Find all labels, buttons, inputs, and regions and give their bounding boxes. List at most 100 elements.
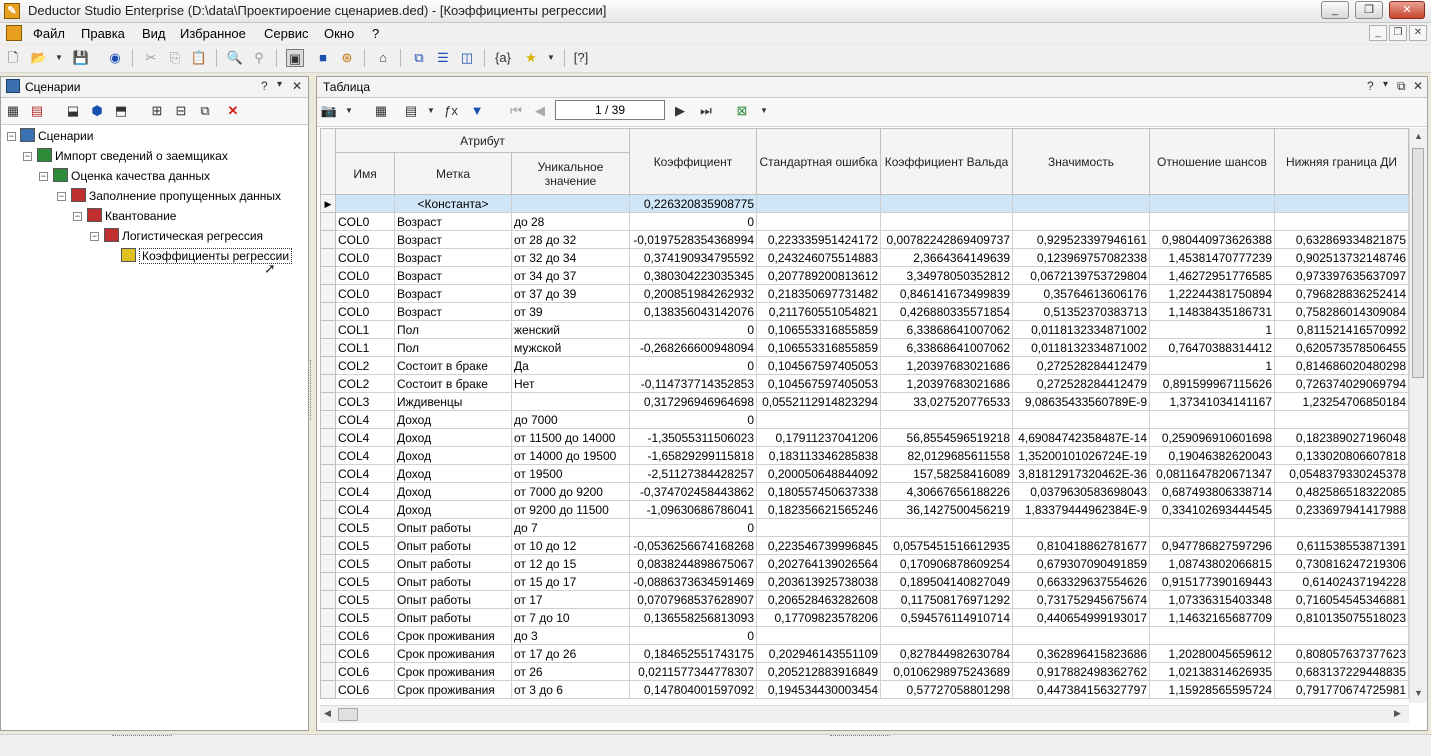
table-cell[interactable]: Срок проживания xyxy=(394,626,512,645)
menu-service[interactable]: Сервис xyxy=(264,26,309,41)
table-cell[interactable]: COL1 xyxy=(335,338,395,357)
tree-node-scenarios[interactable]: − Сценарии xyxy=(7,127,93,145)
table-row[interactable]: COL0 Возраст от 28 до 32 -0,019752835436899… xyxy=(320,230,1409,249)
table-cell[interactable]: 0 xyxy=(629,212,757,231)
row-indicator[interactable] xyxy=(320,356,336,375)
new-icon[interactable]: 🗋 xyxy=(4,49,22,67)
panel-help-button[interactable]: ? xyxy=(261,79,268,93)
table-cell[interactable]: 0,0811647820671347 xyxy=(1149,464,1275,483)
table-cell[interactable]: -0,0886373634591469 xyxy=(629,572,757,591)
table-cell[interactable]: 0,374190934795592 xyxy=(629,248,757,267)
row-indicator[interactable] xyxy=(320,536,336,555)
vertical-scroll-thumb[interactable] xyxy=(1412,148,1424,378)
table-cell[interactable]: Пол xyxy=(394,320,512,339)
find-next-icon[interactable]: ⚲ xyxy=(250,49,268,67)
filter-icon[interactable]: ▼ xyxy=(468,102,486,120)
table-properties-icon[interactable]: ▦ xyxy=(372,102,390,120)
collapse-tree-icon[interactable]: ⊟ xyxy=(172,102,190,120)
table-cell[interactable] xyxy=(1149,626,1275,645)
table-cell[interactable]: 0,202946143551109 xyxy=(756,644,881,663)
save-icon[interactable]: 💾 xyxy=(72,49,90,67)
table-row[interactable]: COL4 Доход до 7000 0 xyxy=(320,410,1409,429)
table-cell[interactable]: 1,23254706850184 xyxy=(1274,392,1409,411)
table-row[interactable]: COL2 Состоит в браке Да 0 0,104567597405053 1… xyxy=(320,356,1409,375)
variables-icon[interactable]: {a} xyxy=(494,49,512,67)
table-cell[interactable]: 0,182389027196048 xyxy=(1274,428,1409,447)
table-cell[interactable]: 0,846141673499839 xyxy=(880,284,1013,303)
col-header-wald[interactable]: Коэффициент Вальда xyxy=(880,128,1013,195)
table-cell[interactable]: 0,19046382620043 xyxy=(1149,446,1275,465)
menu-help[interactable]: ? xyxy=(372,26,379,41)
table-cell[interactable]: 0,0118132334871002 xyxy=(1012,338,1150,357)
row-indicator[interactable] xyxy=(320,500,336,519)
table-cell[interactable]: 82,0129685611558 xyxy=(880,446,1013,465)
table-cell[interactable]: COL4 xyxy=(335,482,395,501)
table-cell[interactable]: от 26 xyxy=(511,662,630,681)
left-panel-resize-handle[interactable] xyxy=(112,735,172,739)
table-cell[interactable]: 0,182356621565246 xyxy=(756,500,881,519)
table-cell[interactable]: от 7 до 10 xyxy=(511,608,630,627)
table-cell[interactable]: <Константа> xyxy=(394,194,512,213)
table-cell[interactable]: Возраст xyxy=(394,284,512,303)
row-indicator[interactable] xyxy=(320,464,336,483)
table-cell[interactable]: 1,14838435186731 xyxy=(1149,302,1275,321)
table-cell[interactable] xyxy=(1149,194,1275,213)
tree-node-quality[interactable]: − Оценка качества данных xyxy=(39,167,210,185)
table-cell[interactable]: 0,218350697731482 xyxy=(756,284,881,303)
table-row[interactable]: COL3 Иждивенцы 0,317296946964698 0,05521129… xyxy=(320,392,1409,411)
table-cell[interactable]: 0,0672139753729804 xyxy=(1012,266,1150,285)
table-cell[interactable] xyxy=(1274,518,1409,537)
table-cell[interactable]: Опыт работы xyxy=(394,608,512,627)
table-cell[interactable]: 0,259096910601698 xyxy=(1149,428,1275,447)
table-cell[interactable]: Срок проживания xyxy=(394,680,512,699)
table-cell[interactable]: Состоит в браке xyxy=(394,374,512,393)
table-cell[interactable]: COL0 xyxy=(335,284,395,303)
table-cell[interactable]: Пол xyxy=(394,338,512,357)
table-cell[interactable]: COL4 xyxy=(335,428,395,447)
table-cell[interactable]: Возраст xyxy=(394,266,512,285)
close-button[interactable]: ✕ xyxy=(1389,1,1425,19)
table-cell[interactable] xyxy=(1149,518,1275,537)
table-cell[interactable]: 1,83379444962384E-9 xyxy=(1012,500,1150,519)
table-cell[interactable]: 0,730816247219306 xyxy=(1274,554,1409,573)
table-cell[interactable]: 0,61402437194228 xyxy=(1274,572,1409,591)
table-cell[interactable]: 0,0106298975243689 xyxy=(880,662,1013,681)
row-indicator[interactable] xyxy=(320,626,336,645)
table-cell[interactable]: Опыт работы xyxy=(394,536,512,555)
table-cell[interactable]: 0,203613925738038 xyxy=(756,572,881,591)
cascade-icon[interactable]: ⧉ xyxy=(410,49,428,67)
table-cell[interactable]: 1,14632165687709 xyxy=(1149,608,1275,627)
table-cell[interactable] xyxy=(1012,212,1150,231)
table-cell[interactable]: COL6 xyxy=(335,626,395,645)
row-indicator[interactable] xyxy=(320,662,336,681)
table-cell[interactable]: до 28 xyxy=(511,212,630,231)
table-cell[interactable]: 0,17709823578206 xyxy=(756,608,881,627)
table-cell[interactable]: COL5 xyxy=(335,608,395,627)
home-icon[interactable]: ⌂ xyxy=(374,49,392,67)
table-cell[interactable]: 0,133020806607818 xyxy=(1274,446,1409,465)
table-cell[interactable]: 0,808057637377623 xyxy=(1274,644,1409,663)
menu-favorites[interactable]: Избранное xyxy=(180,26,246,41)
table-cell[interactable]: 0,814686020480298 xyxy=(1274,356,1409,375)
table-cell[interactable]: 0,973397635637097 xyxy=(1274,266,1409,285)
table-cell[interactable]: 0,827844982630784 xyxy=(880,644,1013,663)
table-cell[interactable] xyxy=(756,410,881,429)
table-cell[interactable]: 0,915177390169443 xyxy=(1149,572,1275,591)
row-indicator[interactable] xyxy=(320,644,336,663)
table-cell[interactable]: 33,027520776533 xyxy=(880,392,1013,411)
table-cell[interactable]: от 12 до 15 xyxy=(511,554,630,573)
table-row[interactable]: COL6 Срок проживания до 30 xyxy=(320,626,1409,645)
table-cell[interactable]: 0,205212883916849 xyxy=(756,662,881,681)
table-cell[interactable]: 1,20397683021686 xyxy=(880,374,1013,393)
table-row[interactable]: COL5 Опыт работы до 70 xyxy=(320,518,1409,537)
row-indicator[interactable] xyxy=(320,572,336,591)
table-cell[interactable]: до 7 xyxy=(511,518,630,537)
table-cell[interactable]: 1 xyxy=(1149,356,1275,375)
row-indicator[interactable] xyxy=(320,554,336,573)
table-cell[interactable] xyxy=(1274,194,1409,213)
table-cell[interactable] xyxy=(1274,212,1409,231)
table-cell[interactable]: Доход xyxy=(394,410,512,429)
expand-tree-icon[interactable]: ⊞ xyxy=(148,102,166,120)
tree-node-fill-missing[interactable]: − Заполнение пропущенных данных xyxy=(57,187,281,205)
col-header-coefficient[interactable]: Коэффициент xyxy=(629,128,757,195)
